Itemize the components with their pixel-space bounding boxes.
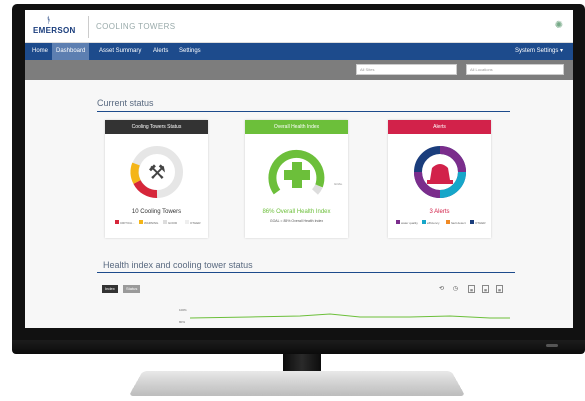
alarm-siren-icon [430, 164, 450, 180]
app-title: COOLING TOWERS [96, 22, 176, 31]
alerts-donut [414, 146, 466, 198]
health-goal-text: GOAL = 85% Overall Health Index [269, 219, 324, 223]
monitor-base [128, 371, 466, 396]
y-tick-80: 80% [179, 320, 186, 324]
health-index-card[interactable]: Overall Health Index GOAL 86% Overall He… [245, 120, 348, 238]
towers-caption: 10 Cooling Towers [131, 209, 182, 215]
section-divider-2 [97, 272, 515, 273]
nav-alerts[interactable]: Alerts [149, 43, 172, 60]
health-section-heading: Health index and cooling tower status [103, 260, 253, 270]
nav-dashboard[interactable]: Dashboard [52, 43, 90, 60]
goal-marker: GOAL [334, 182, 343, 186]
section-divider [97, 111, 510, 112]
clock-icon[interactable]: ◷ [452, 285, 459, 293]
settings-gear-icon[interactable]: ✺ [555, 20, 563, 31]
power-led [546, 344, 558, 347]
location-filter[interactable]: All Locations [466, 64, 564, 75]
legend-other: OTHER [185, 220, 201, 225]
legend-critical: CRITICA... [115, 220, 135, 225]
nav-asset-summary[interactable]: Asset Summary [95, 43, 145, 60]
nav-settings[interactable]: Settings [175, 43, 205, 60]
health-index-header: Overall Health Index [245, 120, 348, 134]
health-caption: 86% Overall Health Index [262, 209, 331, 215]
y-tick-100: 100% [179, 308, 187, 312]
legend-efficiency: efficiency [422, 220, 439, 225]
tools-icon: ⚒ [148, 162, 166, 184]
calendar-day-icon[interactable]: ▦ [468, 285, 475, 293]
nav-home[interactable]: Home [28, 43, 52, 60]
top-header: ᚬ EMERSON COOLING TOWERS ✺ [25, 10, 573, 43]
current-status-heading: Current status [97, 98, 154, 108]
health-gauge [268, 149, 325, 195]
index-toggle[interactable]: Index [102, 285, 118, 293]
legend-other-alerts: OTHER [470, 220, 486, 225]
filter-bar: All Sites All Locations [25, 60, 573, 80]
legend-water-quality: water quality [396, 220, 418, 225]
emerson-logo-icon: ᚬ [46, 15, 52, 25]
brand-logo[interactable]: EMERSON [33, 26, 76, 35]
alerts-card[interactable]: Alerts 3 Alerts water quality efficiency… [388, 120, 491, 238]
calendar-week-icon[interactable]: ▦ [482, 285, 489, 293]
main-nav: Home Dashboard Asset Summary Alerts Sett… [25, 43, 573, 60]
app-screen: ᚬ EMERSON COOLING TOWERS ✺ Home Dashboar… [25, 10, 573, 328]
calendar-month-icon[interactable]: ▦ [496, 285, 503, 293]
system-settings-menu[interactable]: System Settings ▾ [511, 43, 567, 60]
health-trend-line [190, 313, 510, 319]
history-icon[interactable]: ⟲ [438, 285, 445, 293]
status-toggle[interactable]: Status [123, 285, 141, 293]
monitor-chin [12, 340, 585, 354]
legend-good: GOOD [163, 220, 177, 225]
legend-fault-detect: fault detect [446, 220, 466, 225]
cooling-towers-card[interactable]: Cooling Towers Status ⚒ 10 Cooling Tower… [105, 120, 208, 238]
towers-donut: ⚒ [130, 146, 183, 198]
site-filter[interactable]: All Sites [356, 64, 457, 75]
alerts-caption: 3 Alerts [429, 209, 450, 215]
cooling-towers-header: Cooling Towers Status [105, 120, 208, 134]
header-divider [88, 16, 89, 38]
alerts-header: Alerts [388, 120, 491, 134]
legend-warning: WARNING [139, 220, 158, 225]
